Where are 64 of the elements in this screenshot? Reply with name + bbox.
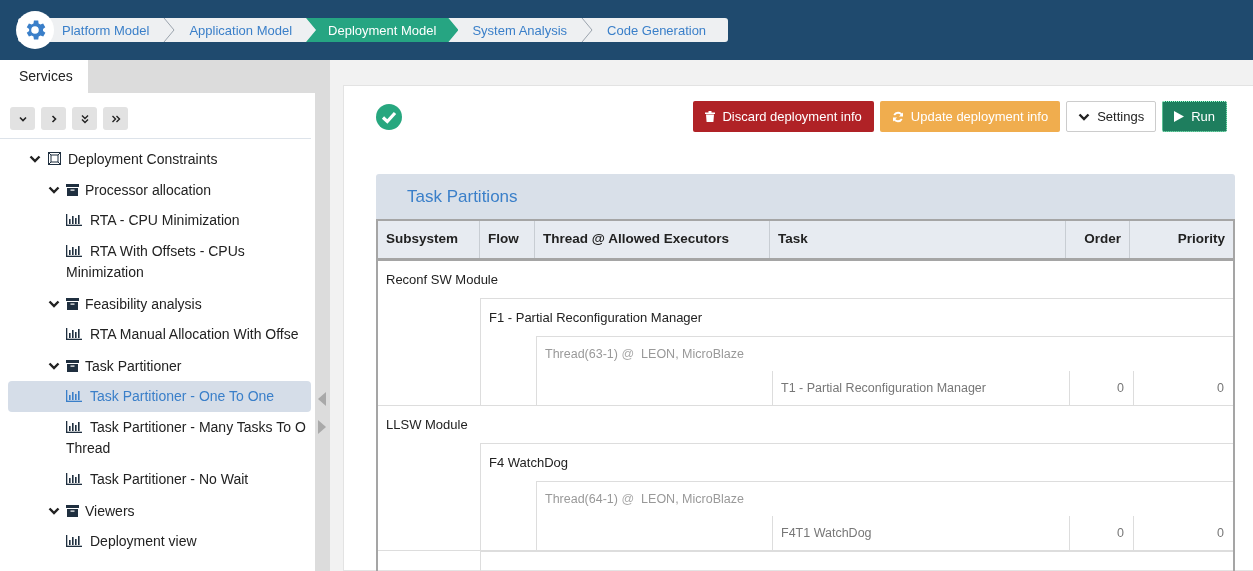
column-header: Subsystem <box>378 221 480 258</box>
services-tab[interactable]: Services <box>0 60 88 93</box>
bar-chart-icon <box>66 473 82 485</box>
collapse-button[interactable] <box>10 107 35 130</box>
breadcrumb-step[interactable]: Platform Model <box>56 18 164 42</box>
breadcrumb-step[interactable]: System Analysis <box>458 18 582 42</box>
tree-item[interactable]: Task Partitioner - Many Tasks To O Thread <box>8 412 311 464</box>
expand-all-button[interactable] <box>103 107 128 130</box>
table-cell: 0 <box>1069 516 1133 550</box>
double-chevron-right-icon <box>110 113 121 124</box>
column-header: Thread @ Allowed Executors <box>535 221 770 258</box>
bar-chart-icon <box>66 421 82 433</box>
bar-chart-icon <box>66 214 82 226</box>
bar-chart-icon <box>66 535 82 547</box>
breadcrumb-step[interactable]: Application Model <box>175 18 307 42</box>
settings-icon[interactable] <box>16 11 54 49</box>
table-cell: 0 <box>1133 371 1233 405</box>
toolbar-button[interactable]: Discard deployment info <box>693 101 874 132</box>
check-icon <box>376 104 402 130</box>
column-header: Task <box>770 221 1066 258</box>
toolbar-button[interactable]: Settings <box>1066 101 1157 132</box>
chevron-separator-icon <box>163 18 176 42</box>
bar-chart-icon <box>66 390 82 402</box>
toolbar-button[interactable]: Run <box>1162 101 1227 132</box>
collapse-all-button[interactable] <box>72 107 97 130</box>
tree-item[interactable]: Task Partitioner - No Wait <box>8 464 311 495</box>
table-cell-text: F4 WatchDog <box>488 454 569 472</box>
table-cell-text: T1 - Partial Reconfiguration Manager <box>780 381 987 395</box>
column-header: Flow <box>480 221 535 258</box>
table-cell-text: LLSW Module <box>385 416 469 434</box>
chevron-separator-icon <box>581 18 594 42</box>
column-header: Order <box>1066 221 1130 258</box>
tree-item[interactable]: RTA With Offsets - CPUs Minimization <box>8 236 311 288</box>
column-header: Priority <box>1176 230 1226 248</box>
archive-icon <box>66 183 79 196</box>
bar-chart-icon <box>66 328 82 340</box>
tree-item[interactable]: Task Partitioner <box>85 357 182 374</box>
tree-item[interactable]: RTA - CPU Minimization <box>8 205 311 236</box>
play-icon <box>1174 111 1185 122</box>
diagram-icon <box>47 151 62 166</box>
table-cell-text: Reconf SW Module <box>385 271 499 289</box>
tree-item[interactable]: Deployment view <box>8 526 311 557</box>
tree-item[interactable]: Processor allocation <box>85 181 212 198</box>
archive-icon <box>66 504 79 517</box>
trash-icon <box>705 111 716 122</box>
tree-item[interactable]: Deployment Constraints <box>68 150 218 167</box>
panel-title: Task Partitions <box>376 174 1235 219</box>
breadcrumb-step[interactable]: Code Generation <box>593 18 721 42</box>
tree-item[interactable]: RTA Manual Allocation With Offse <box>8 319 311 350</box>
tree-item[interactable]: Feasibility analysis <box>85 295 202 312</box>
archive-icon <box>66 297 79 310</box>
chevron-down-icon <box>1078 111 1091 122</box>
bar-chart-icon <box>66 245 82 257</box>
archive-icon <box>66 359 79 372</box>
expand-button[interactable] <box>41 107 66 130</box>
table-cell-text: F4T1 WatchDog <box>780 526 873 540</box>
table-cell-text: F1 - Partial Reconfiguration Manager <box>488 309 704 327</box>
table-cell: 0 <box>1133 516 1233 550</box>
tree-item[interactable]: Viewers <box>85 502 135 519</box>
table-cell-text: Thread(64-1) @ LEON, MicroBlaze <box>544 491 745 508</box>
table-cell-text: Thread(63-1) @ LEON, MicroBlaze <box>544 346 745 363</box>
refresh-icon <box>891 110 904 123</box>
table-cell: 0 <box>1069 371 1133 405</box>
double-chevron-down-icon <box>79 113 90 124</box>
